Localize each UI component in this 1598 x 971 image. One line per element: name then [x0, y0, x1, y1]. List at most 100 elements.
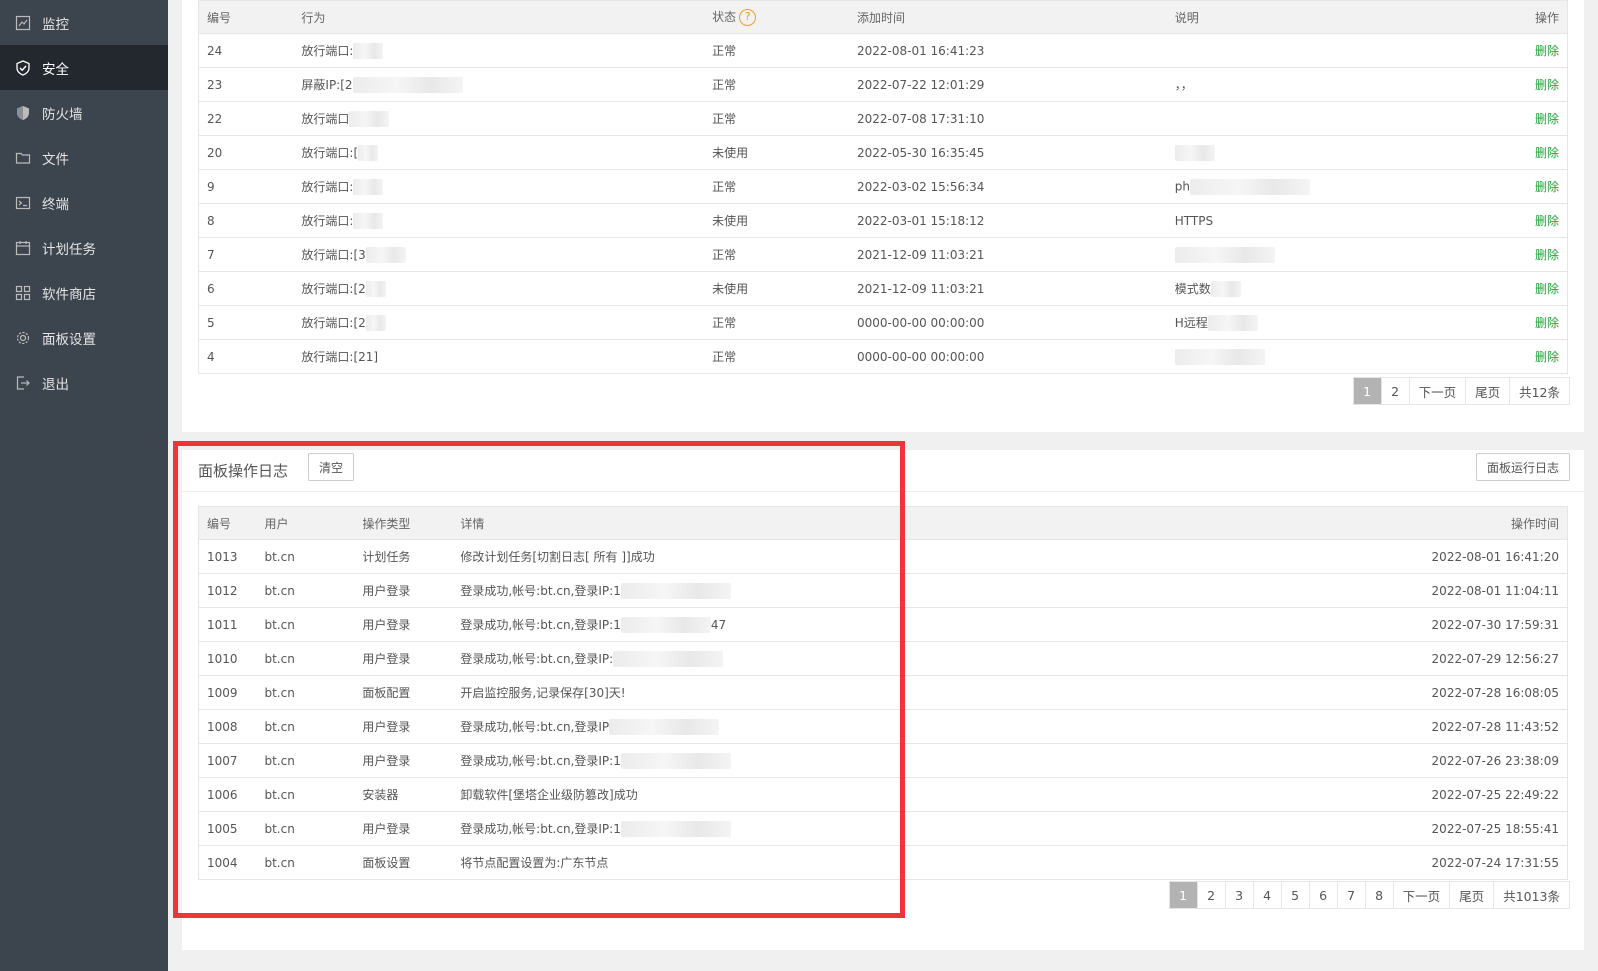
sidebar-item-security[interactable]: 安全	[0, 45, 168, 90]
redacted-blur	[1174, 144, 1215, 161]
redacted-blur	[1207, 315, 1258, 332]
pager-page-8[interactable]: 8	[1365, 882, 1394, 908]
table-row: 1008 bt.cn 用户登录 登录成功,帐号:bt.cn,登录IP 2022-07-2…	[198, 709, 1568, 744]
sidebar-item-monitor[interactable]: 监控	[0, 0, 168, 45]
pager-page-2[interactable]: 2	[1197, 882, 1226, 908]
redacted-blur	[365, 315, 386, 332]
cell-op: 删除	[1466, 271, 1568, 306]
pager-page-6[interactable]: 6	[1309, 882, 1338, 908]
cell-user: bt.cn	[256, 539, 355, 574]
cell-type: 用户登录	[354, 573, 453, 608]
operation-log-table: 编号 用户 操作类型 详情 操作时间 1013 bt.cn 计划任务 修改计划任务[切…	[198, 506, 1568, 880]
cell-id: 7	[198, 237, 294, 272]
cell-op: 删除	[1466, 169, 1568, 204]
sidebar-item-firewall[interactable]: 防火墙	[0, 90, 168, 135]
cell-type: 用户登录	[354, 709, 453, 744]
run-log-button[interactable]: 面板运行日志	[1475, 453, 1570, 481]
help-icon[interactable]: ?	[739, 9, 757, 26]
redacted-blur	[353, 179, 384, 196]
cell-id: 24	[198, 33, 294, 68]
redacted-blur	[613, 651, 724, 668]
folder-icon	[15, 150, 31, 166]
pager-page-1[interactable]: 1	[1169, 882, 1198, 908]
cell-action: 放行端口	[293, 101, 705, 136]
clear-button[interactable]: 清空	[308, 453, 355, 481]
sidebar-item-label: 文件	[42, 151, 69, 168]
col-user: 用户	[256, 506, 355, 540]
pager-page-3[interactable]: 3	[1225, 882, 1254, 908]
sidebar-item-label: 防火墙	[42, 106, 83, 123]
cell-detail: 登录成功,帐号:bt.cn,登录IP:1	[452, 811, 1352, 846]
sidebar-item-files[interactable]: 文件	[0, 135, 168, 180]
cell-time: 2022-03-02 15:56:34	[848, 169, 1167, 204]
redacted-blur	[353, 43, 384, 60]
cell-action: 放行端口:[21]	[301, 350, 379, 364]
cell-time: 2021-12-09 11:03:21	[848, 237, 1167, 272]
pager-page-7[interactable]: 7	[1337, 882, 1366, 908]
delete-link[interactable]: 删除	[1535, 214, 1559, 228]
cell-time: 2022-08-01 16:41:20	[1351, 539, 1568, 574]
redacted-blur	[1189, 178, 1310, 195]
cell-status: 正常	[712, 350, 737, 364]
pager-last[interactable]: 尾页	[1450, 882, 1495, 908]
table-row: 23 屏蔽IP:[2 正常 2022-07-22 12:01:29，， 删除	[198, 67, 1568, 102]
cell-id: 9	[198, 169, 294, 204]
cell-action: 放行端口:	[293, 33, 705, 68]
cell-time: 2021-12-09 11:03:21	[848, 271, 1167, 306]
cell-action: 放行端口:[	[293, 135, 705, 170]
redacted-blur	[620, 583, 731, 600]
table-header-row: 编号 用户 操作类型 详情 操作时间	[198, 506, 1568, 540]
delete-link[interactable]: 删除	[1535, 248, 1559, 262]
delete-link[interactable]: 删除	[1535, 350, 1559, 364]
pager-page-2[interactable]: 2	[1381, 378, 1410, 404]
cell-status: 未使用	[704, 135, 849, 170]
cell-op: 删除	[1466, 305, 1568, 340]
table-row: 1009 bt.cn 面板配置 开启监控服务,记录保存[30]天! 2022-07-28…	[198, 675, 1568, 710]
sidebar-item-logout[interactable]: 退出	[0, 360, 168, 405]
cell-note: ，，	[1166, 67, 1467, 102]
delete-link[interactable]: 删除	[1535, 44, 1559, 58]
cell-time: 2022-08-01 11:04:11	[1351, 573, 1568, 608]
sidebar-item-label: 退出	[42, 376, 69, 393]
delete-link[interactable]: 删除	[1535, 146, 1559, 160]
cell-note	[1166, 101, 1467, 136]
table-row: 1005 bt.cn 用户登录 登录成功,帐号:bt.cn,登录IP:1 2022-07…	[198, 811, 1568, 846]
cell-note: HTTPS	[1166, 203, 1467, 238]
cell-status: 正常	[704, 101, 849, 136]
table-row: 1013 bt.cn 计划任务 修改计划任务[切割日志[ 所有 ]]成功 2022-08…	[198, 539, 1568, 574]
cell-user: bt.cn	[256, 641, 355, 676]
delete-link[interactable]: 删除	[1535, 282, 1559, 296]
pager-last[interactable]: 尾页	[1466, 378, 1511, 404]
operation-log-panel: 面板操作日志 清空 面板运行日志 编号 用户 操作类型 详情 操作时间 1013…	[182, 450, 1584, 950]
cell-status: 正常	[704, 67, 849, 102]
cell-user: bt.cn	[256, 607, 355, 642]
table-row: 1011 bt.cn 用户登录 登录成功,帐号:bt.cn,登录IP:1 47 2022-…	[198, 607, 1568, 642]
terminal-icon	[15, 195, 31, 211]
pager-next[interactable]: 下一页	[1409, 378, 1467, 404]
pager-page-1[interactable]: 1	[1353, 378, 1382, 404]
table-row: 1004 bt.cn 面板设置 将节点配置设置为:广东节点 2022-07-24 17:…	[199, 846, 1568, 880]
cell-note	[1167, 340, 1467, 374]
calendar-icon	[15, 240, 31, 256]
gear-icon	[15, 330, 31, 346]
pager-page-4[interactable]: 4	[1253, 882, 1282, 908]
sidebar-item-panel-settings[interactable]: 面板设置	[0, 315, 168, 360]
cell-id: 1007	[198, 743, 257, 778]
cell-user: bt.cn	[264, 855, 295, 870]
sidebar-item-store[interactable]: 软件商店	[0, 270, 168, 315]
delete-link[interactable]: 删除	[1535, 180, 1559, 194]
cell-detail: 将节点配置设置为:广东节点	[460, 856, 609, 870]
sidebar-item-cron[interactable]: 计划任务	[0, 225, 168, 270]
cell-op: 删除	[1467, 340, 1568, 374]
cell-type: 用户登录	[354, 743, 453, 778]
delete-link[interactable]: 删除	[1535, 316, 1559, 330]
cell-user: bt.cn	[256, 709, 355, 744]
cell-time: 2022-07-26 23:38:09	[1351, 743, 1568, 778]
pager-next[interactable]: 下一页	[1393, 882, 1451, 908]
delete-link[interactable]: 删除	[1535, 112, 1559, 126]
col-time: 添加时间	[848, 0, 1167, 34]
pager-page-5[interactable]: 5	[1281, 882, 1310, 908]
cell-id: 1006	[198, 777, 257, 812]
delete-link[interactable]: 删除	[1535, 78, 1559, 92]
sidebar-item-terminal[interactable]: 终端	[0, 180, 168, 225]
